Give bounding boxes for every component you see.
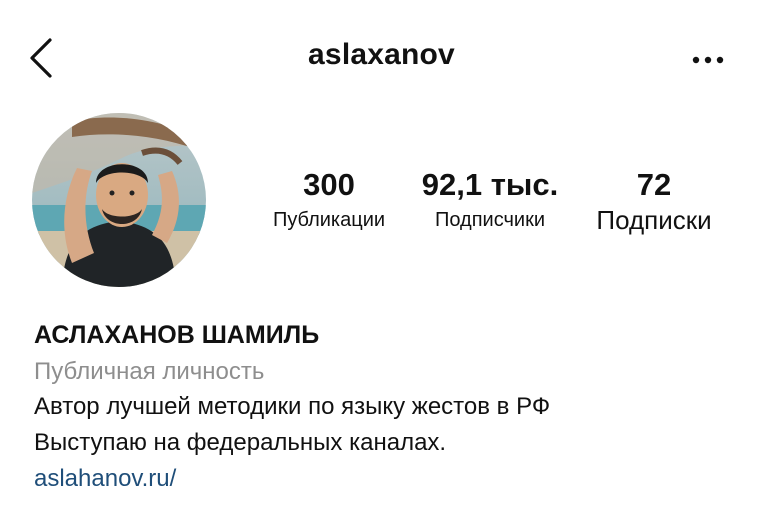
stat-posts-label: Публикации <box>272 209 386 231</box>
stat-following-label: Подписки <box>596 205 712 235</box>
stat-followers-count: 92,1 тыс. <box>421 167 559 202</box>
profile-full-name: АСЛАХАНОВ ШАМИЛЬ <box>34 321 320 349</box>
stat-posts[interactable]: 300 Публикации <box>256 166 402 234</box>
profile-website-link[interactable]: aslahanov.ru/ <box>34 461 176 497</box>
profile-stats: 300 Публикации 92,1 тыс. Подписчики 72 П… <box>0 166 763 246</box>
profile-header: aslaxanov <box>0 0 763 120</box>
stat-following-count: 72 <box>636 167 672 202</box>
bio-line: Выступаю на федеральных каналах. <box>34 429 447 456</box>
stat-following[interactable]: 72 Подписки <box>582 166 726 234</box>
profile-bio: АСЛАХАНОВ ШАМИЛЬ Публичная личность Авто… <box>34 318 734 497</box>
bio-line: Автор лучшей методики по языку жестов в … <box>34 393 551 420</box>
profile-category: Публичная личность <box>34 358 265 385</box>
profile-username: aslaxanov <box>308 38 455 71</box>
more-horizontal-icon[interactable] <box>686 52 730 68</box>
stat-followers[interactable]: 92,1 тыс. Подписчики <box>416 166 564 234</box>
stat-followers-label: Подписчики <box>434 209 546 231</box>
stat-posts-count: 300 <box>303 167 355 202</box>
